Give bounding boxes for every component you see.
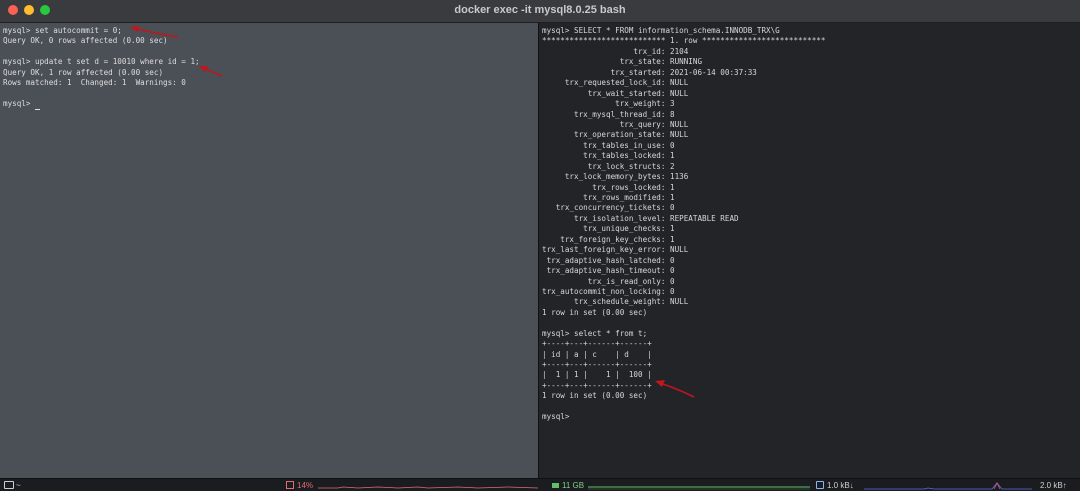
window-title: docker exec -it mysql8.0.25 bash: [454, 4, 626, 16]
terminal-line: trx_unique_checks: 1: [542, 224, 675, 234]
terminal-line: mysql>: [542, 412, 575, 422]
terminal-line: mysql>: [3, 99, 200, 110]
memory-graph: [588, 486, 810, 490]
cpu-usage: 14%: [297, 481, 314, 490]
right-terminal-output: mysql> SELECT * FROM information_schema.…: [542, 26, 825, 423]
terminal-window: docker exec -it mysql8.0.25 bash mysql> …: [0, 0, 1080, 491]
terminal-line: trx_autocommit_non_locking: 0: [542, 286, 675, 296]
memory-icon: [552, 483, 559, 488]
terminal-line: trx_foreign_key_checks: 1: [542, 234, 675, 244]
annotation-arrow-icon: [199, 66, 223, 77]
terminal-line: trx_requested_lock_id: NULL: [542, 78, 689, 88]
terminal-line: trx_wait_started: NULL: [542, 88, 689, 98]
network-up: 2.0 kB↑: [1040, 481, 1067, 490]
terminal-line: +----+---+------+------+: [542, 339, 652, 349]
terminal-line: trx_concurrency_tickets: 0: [542, 203, 675, 213]
network-down-indicator: 1.0 kB↓: [816, 481, 854, 490]
terminal-line: trx_operation_state: NULL: [542, 130, 689, 140]
status-bar: ~ 14% 11 GB 1.0 kB↓ 2.0 kB↑: [0, 478, 1080, 491]
text-cursor: [35, 108, 41, 110]
terminal-line: trx_tables_locked: 1: [542, 151, 675, 161]
terminal-line: trx_lock_structs: 2: [542, 161, 675, 171]
terminal-line: trx_last_foreign_key_error: NULL: [542, 245, 689, 255]
terminal-line: trx_rows_modified: 1: [542, 193, 675, 202]
terminal-line: trx_weight: 3: [542, 99, 675, 109]
cpu-icon: [286, 481, 294, 489]
right-terminal-pane[interactable]: mysql> SELECT * FROM information_schema.…: [539, 23, 1080, 478]
terminal-line: trx_started: 2021-06-14 00:37:33: [542, 67, 757, 77]
terminal-line: Rows matched: 1 Changed: 1 Warnings: 0: [3, 78, 186, 88]
terminal-line: trx_adaptive_hash_latched: 0: [542, 255, 675, 265]
memory-indicator: 11 GB: [552, 481, 584, 490]
terminal-line: *************************** 1. row *****…: [542, 36, 826, 46]
annotation-arrow-icon: [655, 380, 695, 398]
left-terminal-pane[interactable]: mysql> set autocommit = 0; Query OK, 0 ro…: [0, 23, 538, 478]
terminal-line: +----+---+------+------+: [542, 360, 652, 369]
cpu-graph: [318, 486, 538, 489]
network-icon: [816, 481, 824, 489]
terminal-line: trx_id: 2104: [542, 46, 689, 56]
terminal-line: trx_schedule_weight: NULL: [542, 297, 689, 307]
network-down: 1.0 kB↓: [827, 481, 854, 490]
annotation-arrow-icon: [130, 26, 179, 38]
memory-usage: 11 GB: [562, 481, 585, 490]
terminal-line: trx_is_read_only: 0: [542, 276, 675, 286]
title-bar[interactable]: docker exec -it mysql8.0.25 bash: [0, 0, 1080, 23]
terminal-line: Query OK, 1 row affected (0.00 sec): [3, 67, 164, 77]
terminal-line: trx_state: RUNNING: [542, 57, 703, 67]
terminal-line: trx_isolation_level: REPEATABLE READ: [542, 213, 739, 223]
network-graph: [864, 482, 1032, 490]
terminal-line: | id | a | c | d |: [542, 349, 652, 359]
folder-icon: [4, 481, 14, 489]
terminal-line: trx_mysql_thread_id: 8: [542, 109, 675, 119]
terminal-line: mysql> SELECT * FROM information_schema.…: [542, 26, 780, 35]
path-indicator[interactable]: ~: [4, 481, 21, 490]
terminal-line: mysql> select * from t;: [542, 328, 648, 338]
cpu-indicator: 14%: [286, 481, 313, 490]
terminal-line: trx_tables_in_use: 0: [542, 140, 675, 150]
terminal-line: trx_adaptive_hash_timeout: 0: [542, 266, 675, 276]
terminal-line: trx_rows_locked: 1: [542, 182, 675, 192]
terminal-line: mysql> update t set d = 10010 where id =…: [3, 57, 200, 67]
current-path: ~: [16, 481, 21, 490]
terminal-line: 1 row in set (0.00 sec): [542, 307, 648, 317]
terminal-line: trx_lock_memory_bytes: 1136: [542, 172, 689, 182]
terminal-line: trx_query: NULL: [542, 119, 689, 129]
